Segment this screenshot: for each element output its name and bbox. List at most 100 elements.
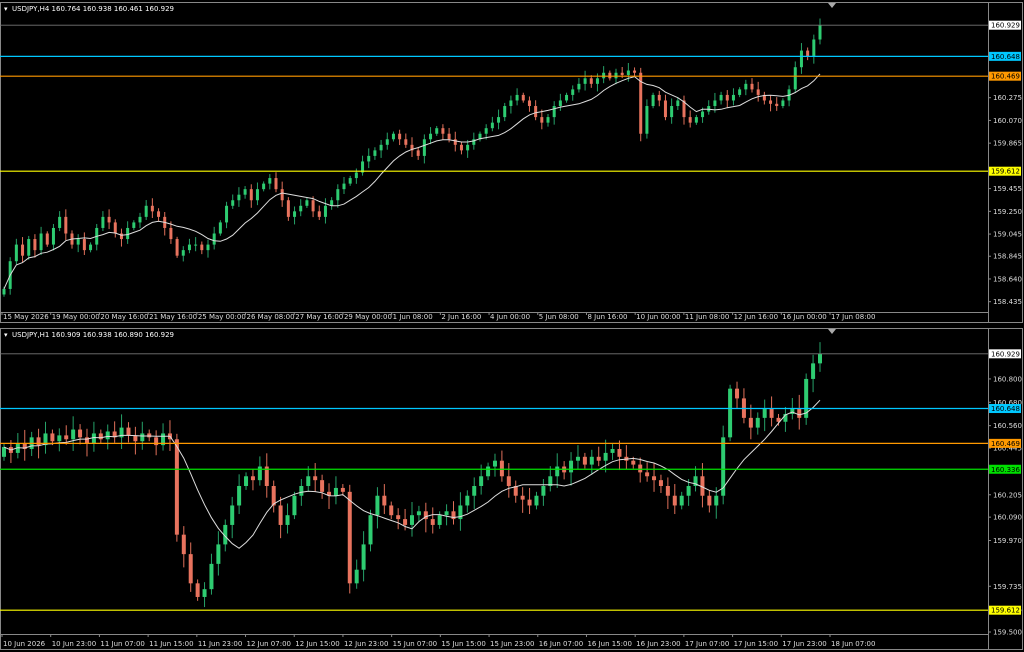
candle	[58, 211, 62, 232]
candle	[633, 67, 637, 77]
dropdown-arrow-icon[interactable]: ▾	[4, 331, 8, 339]
candle	[451, 501, 456, 525]
candle	[672, 484, 677, 515]
time-tick-label: 12 Jun 15:00	[295, 640, 339, 648]
candle	[268, 174, 272, 190]
moving-average-line	[3, 73, 821, 290]
candle	[797, 394, 802, 430]
candle	[738, 87, 742, 98]
candle	[348, 175, 352, 186]
time-tick-label: 17 Jun 23:00	[782, 640, 826, 648]
candle	[39, 226, 43, 256]
candle	[354, 559, 359, 589]
level-price-label: 160.336	[991, 466, 1020, 474]
candle	[306, 466, 311, 492]
candle	[286, 197, 290, 221]
candle	[582, 452, 587, 469]
candle	[416, 147, 420, 160]
candle	[444, 504, 449, 526]
candle	[562, 461, 567, 480]
level-price-label: 160.648	[991, 405, 1020, 413]
candle	[571, 85, 575, 101]
candle	[804, 373, 809, 425]
candle	[486, 462, 491, 481]
candle	[342, 176, 346, 195]
candle	[202, 582, 207, 608]
candle	[45, 231, 49, 247]
time-tick-label: 12 Jun 07:00	[247, 640, 291, 648]
candle	[693, 466, 698, 492]
candle	[175, 236, 179, 258]
price-tick-label: 159.865	[993, 140, 1022, 148]
candle	[257, 456, 262, 486]
candle	[385, 132, 389, 150]
candle	[293, 206, 297, 225]
candle	[818, 342, 822, 372]
candle	[410, 137, 414, 158]
candle	[157, 208, 161, 221]
time-tick-label: 15 Jun 23:00	[490, 640, 534, 648]
candle	[534, 100, 538, 121]
candle	[375, 487, 380, 529]
candle	[299, 199, 303, 217]
candle	[459, 141, 463, 155]
candle	[441, 124, 445, 140]
candle	[416, 505, 421, 523]
candle	[610, 443, 615, 460]
candle	[305, 198, 309, 209]
candle	[725, 90, 729, 109]
candle	[194, 237, 198, 252]
candle	[78, 424, 83, 445]
time-tick-label: 15 Jun 07:00	[393, 640, 437, 648]
chart-window[interactable]: ▾ USDJPY,H4 160.764 160.938 160.461 160.9…	[0, 0, 1024, 652]
chart-pane-h1[interactable]: ▾ USDJPY,H1 160.909 160.938 160.890 160.9…	[0, 328, 1023, 650]
candle	[333, 476, 338, 505]
candle	[209, 553, 214, 595]
candle	[775, 97, 779, 111]
price-tick-label: 160.275	[993, 94, 1022, 102]
time-tick-label: 4 Jun 00:00	[490, 313, 530, 321]
candle	[285, 503, 290, 534]
candle	[435, 125, 439, 136]
candle	[147, 429, 152, 442]
time-tick-label: 16 Jun 23:00	[636, 640, 680, 648]
candle	[368, 509, 373, 552]
candle	[126, 422, 131, 443]
candle	[292, 491, 297, 520]
candle	[398, 129, 402, 146]
time-tick-label: 20 May 16:00	[100, 313, 148, 321]
candle	[799, 43, 803, 74]
candle	[658, 474, 663, 494]
candle	[27, 235, 31, 260]
candle	[101, 211, 105, 232]
price-tick-label: 158.640	[993, 275, 1022, 283]
candle	[243, 186, 247, 199]
chart-shift-marker-icon[interactable]	[828, 3, 836, 8]
candle	[589, 449, 594, 475]
time-tick-label: 29 May 00:00	[344, 313, 392, 321]
dropdown-arrow-icon[interactable]: ▾	[4, 5, 8, 13]
candle	[21, 237, 25, 263]
level-price-label: 160.469	[991, 440, 1020, 448]
candle	[187, 238, 191, 254]
candle	[280, 181, 284, 207]
candle	[617, 440, 622, 471]
candle	[373, 147, 377, 160]
candle	[107, 209, 111, 230]
level-price-label: 160.469	[991, 73, 1020, 81]
candle	[707, 490, 712, 513]
chart-pane-h4[interactable]: ▾ USDJPY,H4 160.764 160.938 160.461 160.9…	[0, 2, 1023, 323]
price-tick-label: 158.435	[993, 298, 1022, 306]
chart-shift-marker-icon[interactable]	[828, 329, 836, 334]
candle	[181, 246, 185, 262]
level-price-label: 160.648	[991, 53, 1020, 61]
candle	[603, 439, 608, 473]
candle	[382, 484, 387, 515]
candle	[15, 433, 20, 459]
candle	[506, 463, 511, 498]
time-tick-label: 27 May 16:00	[295, 313, 343, 321]
candle	[163, 211, 167, 236]
candle	[776, 413, 781, 426]
candle	[694, 114, 698, 125]
candle	[679, 491, 684, 510]
